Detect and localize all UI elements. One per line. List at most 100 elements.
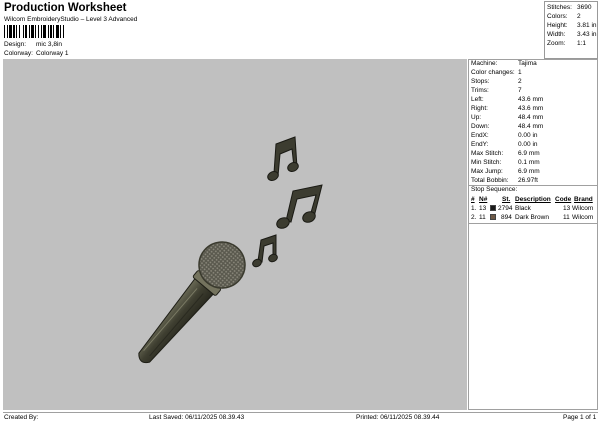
row-index: 1. — [471, 205, 477, 212]
created-by: Created By: — [4, 414, 39, 421]
col-header-needle: N# — [479, 196, 488, 203]
up-value: 48.4 mm — [518, 114, 544, 121]
stops-label: Stops: — [471, 78, 490, 85]
barcode-bar — [23, 25, 24, 38]
barcode-bar — [19, 25, 20, 38]
col-header-index: # — [471, 196, 475, 203]
barcode-bar — [53, 25, 54, 38]
endx-value: 0.00 in — [518, 132, 538, 139]
page-footer: Created By: Last Saved: 06/11/2025 08.39… — [3, 412, 598, 422]
barcode-bar — [7, 25, 8, 38]
zoom-value: 1:1 — [577, 40, 587, 47]
colorway-value: Colorway 1 — [36, 50, 69, 57]
row-description: Black — [515, 205, 531, 212]
colors-label: Colors: — [547, 13, 568, 20]
width-value: 3.43 in — [577, 31, 597, 38]
music-note-icon — [267, 136, 299, 181]
col-header-code: Code — [555, 196, 572, 203]
row-brand: Wilcom — [572, 214, 594, 221]
barcode-bar — [41, 25, 42, 38]
stitches-label: Stitches: — [547, 4, 572, 11]
microphone-icon — [138, 241, 246, 364]
right-label: Right: — [471, 105, 488, 112]
design-value: mic 3,8in — [36, 41, 63, 48]
max-jump-value: 6.9 mm — [518, 168, 540, 175]
color-swatch — [490, 214, 496, 220]
barcode-bar — [29, 25, 30, 38]
stops-value: 2 — [518, 78, 522, 85]
row-description: Dark Brown — [515, 214, 549, 221]
last-saved: Last Saved: 06/11/2025 08.39.43 — [149, 414, 245, 421]
machine-info-panel: Machine: Tajima Color changes: 1 Stops: … — [468, 59, 598, 410]
page-title: Production Worksheet — [4, 2, 127, 14]
trims-value: 7 — [518, 87, 522, 94]
barcode-bar — [31, 25, 34, 38]
machine-label: Machine: — [471, 60, 498, 67]
barcode-bar — [35, 25, 36, 38]
stitches-value: 3690 — [577, 4, 592, 11]
endy-value: 0.00 in — [518, 141, 538, 148]
barcode-bar — [25, 25, 27, 38]
music-note-icon — [276, 184, 323, 229]
min-stitch-value: 0.1 mm — [518, 159, 540, 166]
barcode-bar — [13, 25, 15, 38]
barcode-bar — [9, 25, 12, 38]
embroidery-design — [138, 136, 323, 364]
col-header-brand: Brand — [574, 196, 593, 203]
height-value: 3.81 in — [577, 22, 597, 29]
endx-label: EndX: — [471, 132, 489, 139]
row-brand: Wilcom — [572, 205, 594, 212]
zoom-label: Zoom: — [547, 40, 566, 47]
row-index: 2. — [471, 214, 477, 221]
endy-label: EndY: — [471, 141, 489, 148]
row-needle: 13 — [479, 205, 487, 212]
max-jump-label: Max Jump: — [471, 168, 503, 175]
colors-value: 2 — [577, 13, 581, 20]
row-stitches: 2794 — [498, 205, 513, 212]
barcode-bar — [38, 25, 39, 38]
row-needle: 11 — [479, 214, 486, 221]
row-code: 13 — [563, 205, 571, 212]
colorway-label: Colorway: — [4, 50, 33, 57]
barcode-bar — [43, 25, 46, 38]
summary-stats-box: Stitches: 3690 Colors: 2 Height: 3.81 in… — [544, 1, 598, 59]
barcode-bar — [56, 25, 59, 38]
page-number: Page 1 of 1 — [563, 414, 597, 421]
machine-value: Tajima — [518, 60, 537, 67]
design-label: Design: — [4, 41, 27, 48]
color-swatch — [490, 205, 496, 211]
barcode-bar — [50, 25, 52, 38]
max-stitch-label: Max Stitch: — [471, 150, 504, 157]
down-value: 48.4 mm — [518, 123, 544, 130]
row-stitches: 894 — [501, 214, 512, 221]
up-label: Up: — [471, 114, 482, 121]
left-value: 43.6 mm — [518, 96, 544, 103]
music-note-icon — [252, 234, 278, 268]
barcode-bar — [63, 25, 64, 38]
total-bobbin-label: Total Bobbin: — [471, 177, 509, 184]
printed-date: Printed: 06/11/2025 08.39.44 — [356, 414, 440, 421]
software-subtitle: Wilcom EmbroideryStudio – Level 3 Advanc… — [4, 16, 138, 23]
color-changes-label: Color changes: — [471, 69, 515, 76]
col-header-description: Description — [515, 196, 551, 203]
design-preview — [3, 59, 467, 410]
barcode-image — [4, 25, 64, 38]
height-label: Height: — [547, 22, 568, 29]
barcode-bar — [4, 25, 5, 38]
min-stitch-label: Min Stitch: — [471, 159, 502, 166]
col-header-stitches: St. — [502, 196, 511, 203]
barcode-bar — [60, 25, 61, 38]
stop-sequence-title: Stop Sequence: — [471, 186, 518, 193]
barcode-bar — [16, 25, 17, 38]
right-value: 43.6 mm — [518, 105, 544, 112]
down-label: Down: — [471, 123, 490, 130]
divider — [469, 223, 598, 224]
row-code: 11 — [563, 214, 570, 221]
left-label: Left: — [471, 96, 484, 103]
total-bobbin-value: 26.97ft — [518, 177, 538, 184]
width-label: Width: — [547, 31, 566, 38]
trims-label: Trims: — [471, 87, 489, 94]
max-stitch-value: 6.9 mm — [518, 150, 540, 157]
color-changes-value: 1 — [518, 69, 522, 76]
barcode-bar — [48, 25, 49, 38]
